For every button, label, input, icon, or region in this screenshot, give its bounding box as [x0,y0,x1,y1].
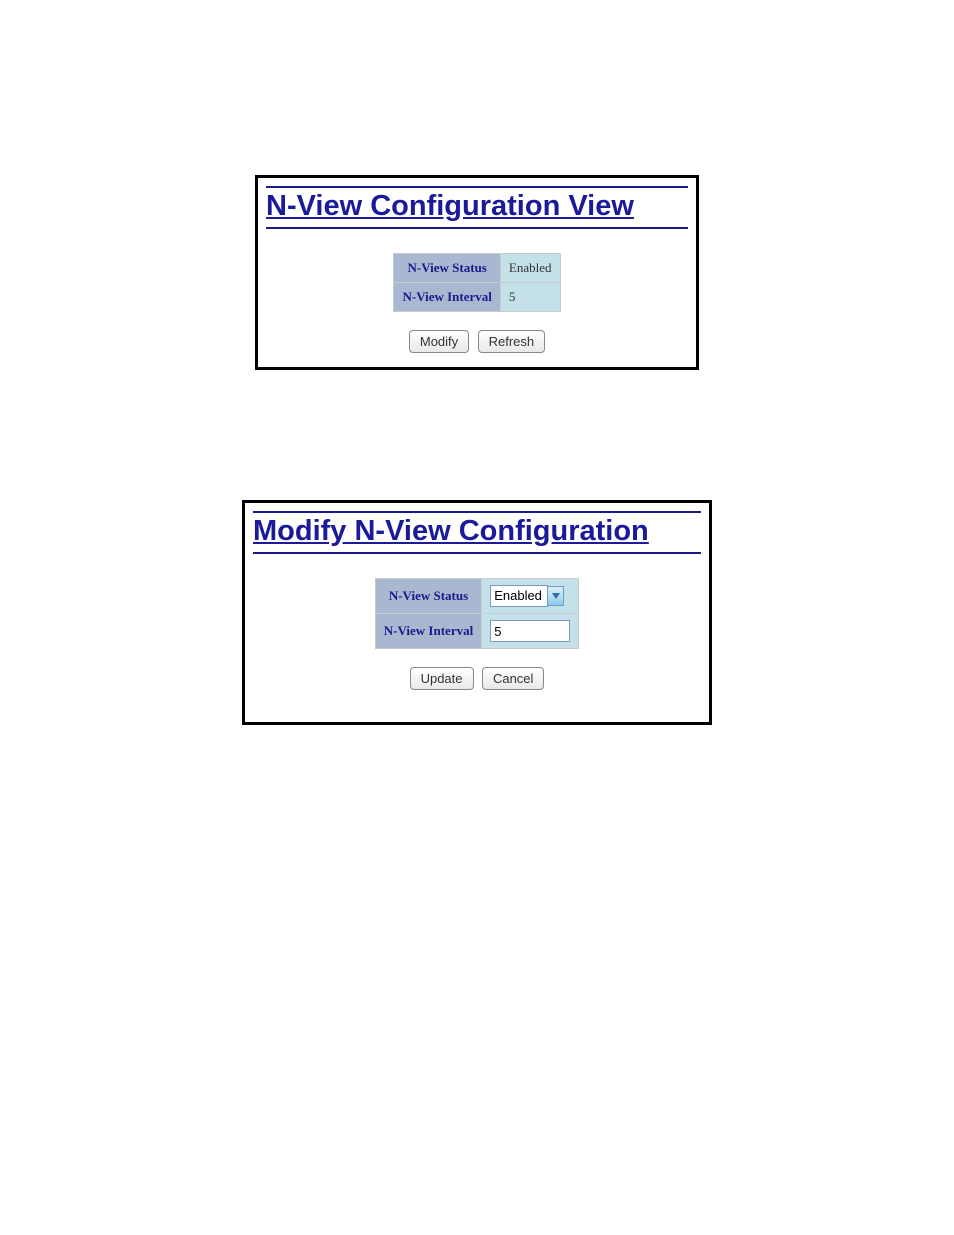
dropdown-arrow-icon[interactable] [547,586,564,606]
table-row: N-View Status Enabled [394,254,560,283]
nview-status-label: N-View Status [375,579,481,614]
modify-button[interactable]: Modify [409,330,469,353]
panel-title-bar: Modify N-View Configuration [253,511,701,554]
modify-nview-configuration-panel: Modify N-View Configuration N-View Statu… [242,500,712,725]
nview-interval-value: 5 [500,283,560,312]
panel-title: N-View Configuration View [266,190,634,222]
table-row: N-View Interval 5 [394,283,560,312]
update-button[interactable]: Update [410,667,474,690]
nview-interval-label: N-View Interval [375,614,481,649]
nview-interval-input[interactable] [490,620,570,642]
panel-title-bar: N-View Configuration View [266,186,688,229]
cancel-button[interactable]: Cancel [482,667,544,690]
nview-configuration-view-panel: N-View Configuration View N-View Status … [255,175,699,370]
table-row: N-View Interval [375,614,578,649]
nview-status-label: N-View Status [394,254,500,283]
panel-title: Modify N-View Configuration [253,515,649,547]
nview-status-value: Enabled [500,254,560,283]
button-row: Update Cancel [245,667,709,690]
nview-status-input-cell: Enabled [482,579,579,614]
nview-status-select[interactable]: Enabled [490,585,548,607]
button-row: Modify Refresh [258,330,696,353]
nview-interval-input-cell [482,614,579,649]
config-view-table: N-View Status Enabled N-View Interval 5 [393,253,560,312]
nview-interval-label: N-View Interval [394,283,500,312]
refresh-button[interactable]: Refresh [478,330,546,353]
table-row: N-View Status Enabled [375,579,578,614]
config-modify-table: N-View Status Enabled N-View Interval [375,578,579,649]
